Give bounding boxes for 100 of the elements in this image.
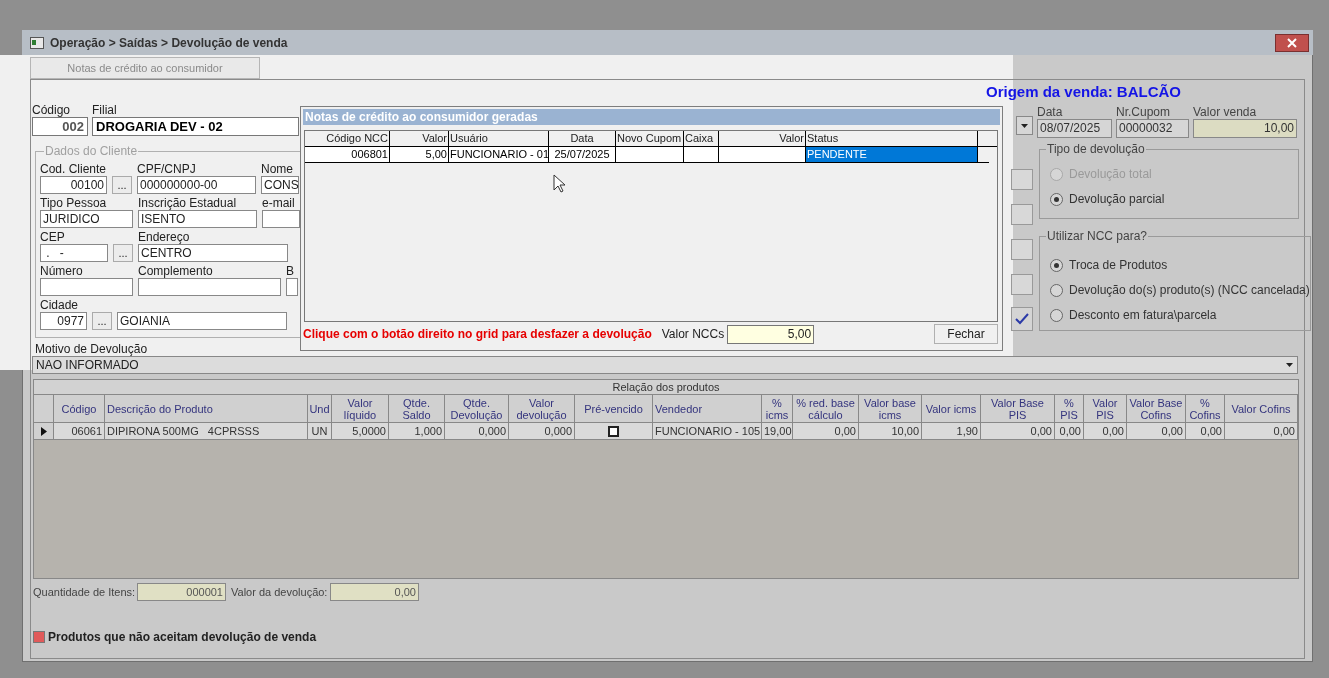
column-header[interactable]: Valor: [390, 131, 449, 146]
text-field[interactable]: [1011, 239, 1033, 260]
table-cell: DIPIRONA 500MG 4CPRSSS: [105, 423, 308, 440]
field-label: Quantidade de Itens:: [33, 584, 137, 600]
row-indicator[interactable]: [34, 423, 54, 440]
radio-label: Devolução parcial: [1069, 191, 1165, 208]
close-button[interactable]: [1275, 33, 1309, 52]
table-cell: 10,00: [859, 423, 922, 440]
table-cell: UN: [308, 423, 332, 440]
table-cell: 0,00: [981, 423, 1055, 440]
table-cell: 0,000: [509, 423, 575, 440]
column-header[interactable]: Status: [806, 131, 978, 146]
text-field[interactable]: 000000000-00: [137, 176, 256, 194]
column-header[interactable]: Valor: [719, 131, 806, 146]
mouse-cursor-icon: [553, 174, 566, 193]
group-title: Tipo de devolução: [1046, 141, 1146, 158]
dialog-title-bar: Notas de crédito ao consumidor geradas: [303, 109, 1000, 125]
table-cell: 0,00: [793, 423, 859, 440]
field-label: e-mail: [262, 196, 296, 210]
window-title: Operação > Saídas > Devolução de venda: [50, 34, 288, 52]
table-cell: 0,00: [1055, 423, 1084, 440]
grid-cell[interactable]: [684, 147, 719, 162]
text-field[interactable]: [286, 278, 298, 296]
table-cell: 1,000: [389, 423, 445, 440]
field-label: Número: [40, 264, 84, 278]
text-field[interactable]: CENTRO: [138, 244, 288, 262]
lookup-button[interactable]: ...: [113, 244, 133, 262]
column-header[interactable]: Código NCC: [305, 131, 390, 146]
reason-dropdown[interactable]: NAO INFORMADO: [32, 356, 1298, 374]
text-field[interactable]: ISENTO: [138, 210, 257, 228]
field-label: Nr.Cupom: [1116, 105, 1172, 119]
field-label: Código: [32, 103, 72, 117]
column-header[interactable]: Caixa: [684, 131, 719, 146]
text-field[interactable]: GOIANIA: [117, 312, 287, 330]
text-field[interactable]: [262, 210, 300, 228]
radio-label: Troca de Produtos: [1069, 257, 1168, 274]
column-header[interactable]: Usuário: [449, 131, 549, 146]
text-field[interactable]: JURIDICO: [40, 210, 133, 228]
column-header[interactable]: Novo Cupom: [616, 131, 684, 146]
table-cell: 0,00: [1084, 423, 1127, 440]
grid-cell[interactable]: FUNCIONARIO - 01: [449, 147, 549, 162]
table-cell: 06061: [54, 423, 105, 440]
table-cell: 19,00: [762, 423, 793, 440]
radio-label: Desconto em fatura\parcela: [1069, 307, 1217, 324]
text-field[interactable]: . -: [40, 244, 108, 262]
field-label: Data: [1037, 105, 1064, 119]
lookup-button[interactable]: ...: [92, 312, 112, 330]
caret-icon: [1021, 123, 1028, 128]
text-field[interactable]: 002: [32, 117, 88, 136]
caret-icon: [1286, 363, 1293, 367]
text-field[interactable]: [1011, 169, 1033, 190]
field-label: Tipo Pessoa: [40, 196, 108, 210]
field-label: Endereço: [138, 230, 191, 244]
field-label: Filial: [92, 103, 118, 117]
group-title: Dados do Cliente: [44, 143, 139, 160]
field-label: Cod. Cliente: [40, 162, 107, 176]
grid-cell[interactable]: 006801: [305, 147, 390, 162]
group-title: Utilizar NCC para?: [1046, 228, 1149, 245]
text-field[interactable]: [1011, 204, 1033, 225]
origin-label: Origem da venda: BALCÃO: [985, 81, 1181, 102]
table-cell: 0,00: [1127, 423, 1186, 440]
grid-cell[interactable]: [719, 147, 806, 162]
field-label: Valor da devolução:: [231, 584, 329, 600]
text-field[interactable]: 00100: [40, 176, 107, 194]
text-field[interactable]: 0977: [40, 312, 87, 330]
grid-cell[interactable]: PENDENTE: [806, 147, 978, 162]
text-field[interactable]: DROGARIA DEV - 02: [92, 117, 299, 136]
check-icon: [1015, 313, 1029, 325]
field-label: Nome: [261, 162, 294, 176]
confirm-button[interactable]: [1011, 307, 1033, 331]
window-icon: [30, 36, 44, 49]
checkbox[interactable]: [608, 425, 619, 437]
hint-text: Clique com o botão direito no grid para desfazer a devolução: [303, 326, 652, 343]
grid-cell[interactable]: [616, 147, 684, 162]
lookup-button[interactable]: ...: [112, 176, 132, 194]
field-label: Inscrição Estadual: [138, 196, 238, 210]
field-label: CPF/CNPJ: [137, 162, 197, 176]
field-label: Complemento: [138, 264, 214, 278]
close-dialog-button[interactable]: Fechar: [934, 324, 998, 344]
field-label: CEP: [40, 230, 66, 244]
table-cell: 5,0000: [332, 423, 389, 440]
text-field[interactable]: CONS: [261, 176, 299, 194]
radio-label: Devolução do(s) produto(s) (NCC cancelada): [1069, 282, 1310, 299]
table-cell: FUNCIONARIO - 105: [653, 423, 762, 440]
grid-cell[interactable]: 25/07/2025: [549, 147, 616, 162]
field-label: Motivo de Devolução: [35, 342, 149, 356]
dropdown-arrow-button[interactable]: [1016, 116, 1033, 135]
table-title: Relação dos produtos: [34, 380, 1298, 395]
table-cell: 0,000: [445, 423, 509, 440]
table-cell: 0,00: [1225, 423, 1298, 440]
field-label: B: [286, 264, 295, 278]
text-field[interactable]: [138, 278, 281, 296]
text-field[interactable]: [40, 278, 133, 296]
table-cell: 1,90: [922, 423, 981, 440]
legend-label: Produtos que não aceitam devolução de venda: [48, 629, 317, 646]
field-label: Valor NCCs: [661, 326, 725, 343]
column-header[interactable]: Data: [549, 131, 616, 146]
grid-cell[interactable]: 5,00: [390, 147, 449, 162]
row-pointer-icon: [40, 426, 47, 436]
text-field[interactable]: [1011, 274, 1033, 295]
